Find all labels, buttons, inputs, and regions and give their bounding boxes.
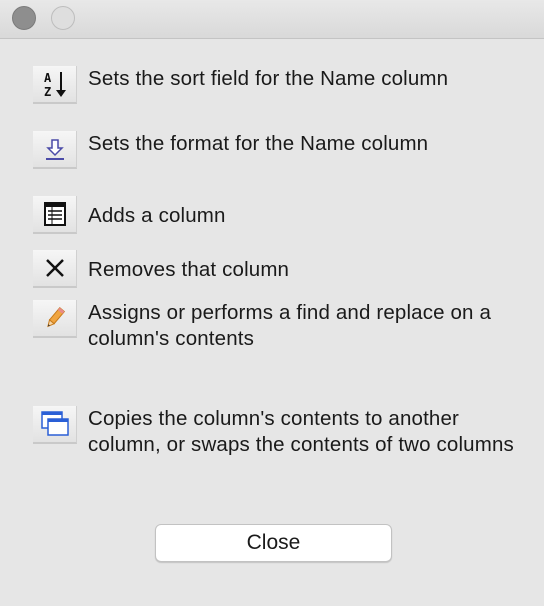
- svg-text:A: A: [44, 71, 52, 85]
- help-text-find-replace: Assigns or performs a find and replace o…: [88, 301, 491, 350]
- close-button[interactable]: Close: [155, 524, 392, 562]
- help-text-format: Sets the format for the Name column: [88, 132, 429, 155]
- copy-windows-icon: [33, 406, 77, 444]
- add-column-icon: [33, 196, 77, 234]
- help-text-remove-column: Removes that column: [88, 258, 290, 281]
- help-text-add-column: Adds a column: [88, 204, 226, 227]
- help-text-copy-swap: Copies the column's contents to another …: [88, 407, 514, 456]
- help-text-sort: Sets the sort field for the Name column: [88, 67, 449, 90]
- svg-text:Z: Z: [44, 85, 51, 99]
- close-window-button[interactable]: [12, 6, 36, 30]
- help-window: A Z Sets the sort field for the Name col…: [0, 0, 544, 606]
- format-arrow-icon: [33, 131, 77, 169]
- sort-az-icon: A Z: [33, 66, 77, 104]
- pencil-icon: [33, 300, 77, 338]
- title-bar: [0, 0, 544, 39]
- minimize-window-button[interactable]: [51, 6, 75, 30]
- remove-x-icon: [33, 250, 77, 288]
